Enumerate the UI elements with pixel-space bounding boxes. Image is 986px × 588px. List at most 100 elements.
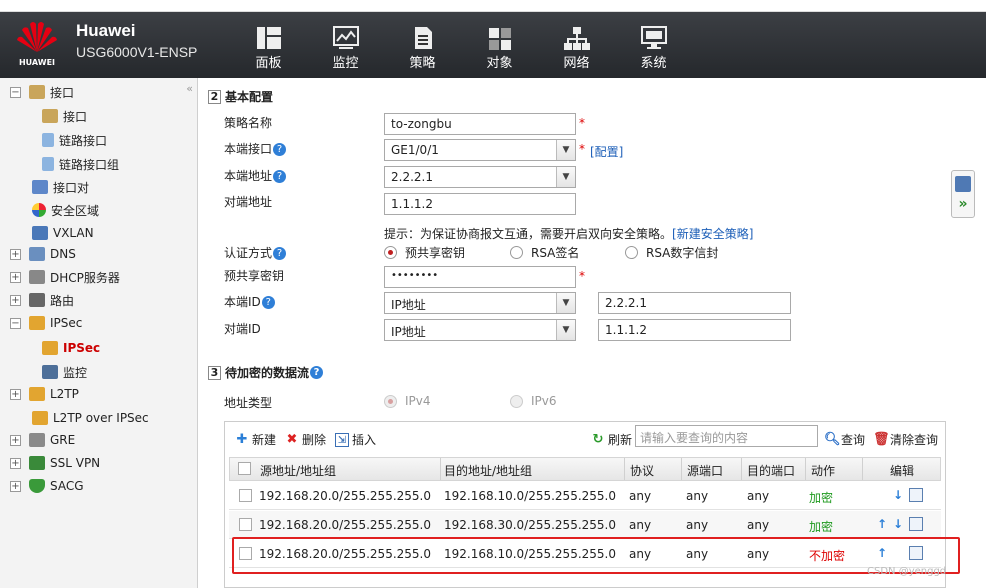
search-input[interactable]: 请输入要查询的内容 — [635, 425, 818, 447]
required-mark: * — [579, 269, 585, 283]
column-divider — [681, 458, 682, 480]
psk-label: 预共享密钥 — [224, 269, 285, 283]
expand-right-icon[interactable]: » — [952, 196, 974, 212]
sidebar-item-ipsec[interactable]: IPSec — [42, 337, 100, 359]
side-panel-toggle[interactable]: » — [951, 170, 975, 218]
sidebar-item-interface-pair[interactable]: 接口对 — [32, 176, 89, 198]
help-icon[interactable]: ? — [273, 143, 287, 156]
chevron-down-icon[interactable]: ▼ — [556, 293, 575, 313]
monitor-chart-icon — [332, 26, 359, 49]
ipv4-radio[interactable]: IPv4 — [384, 394, 431, 408]
policy-name-input[interactable]: to-zongbu — [384, 113, 576, 135]
sidebar-item-link-interface-group[interactable]: 链路接口组 — [42, 153, 119, 175]
new-security-policy-link[interactable]: [新建安全策略] — [672, 227, 753, 241]
sidebar-item-link-interface[interactable]: 链路接口 — [42, 129, 107, 151]
collapse-icon[interactable]: − — [10, 317, 21, 329]
local-address-select[interactable]: 2.2.2.1 ▼ — [384, 166, 576, 188]
row-checkbox[interactable] — [239, 518, 252, 531]
expand-icon[interactable]: + — [10, 434, 21, 446]
move-down-icon[interactable]: ↓ — [893, 488, 907, 502]
table-row[interactable]: 192.168.20.0/255.255.255.0 192.168.10.0/… — [229, 482, 941, 510]
move-down-icon[interactable]: ↓ — [893, 517, 907, 531]
help-icon[interactable]: ? — [261, 296, 275, 309]
nav-objects[interactable]: 对象 — [461, 12, 538, 78]
sidebar-item-l2tp[interactable]: + L2TP — [10, 383, 79, 405]
expand-icon[interactable]: + — [10, 271, 21, 283]
peer-id-type-select[interactable]: IP地址 ▼ — [384, 319, 576, 341]
sidebar-item-label: IPSec — [50, 316, 83, 330]
local-id-type-select[interactable]: IP地址 ▼ — [384, 292, 576, 314]
help-icon[interactable]: ? — [273, 170, 287, 183]
sidebar-item-gre[interactable]: + GRE — [10, 429, 75, 451]
huawei-logo: HUAWEI — [14, 18, 60, 70]
sidebar-item-label: GRE — [50, 433, 76, 447]
config-interface-link[interactable]: [配置] — [590, 143, 623, 160]
nav-network[interactable]: 网络 — [538, 12, 615, 78]
main-nav: 面板 监控 策略 对象 网络 系统 — [230, 12, 692, 78]
chevron-down-icon[interactable]: ▼ — [556, 320, 575, 340]
edit-icon[interactable] — [909, 488, 923, 502]
row-checkbox[interactable] — [239, 489, 252, 502]
nav-monitor[interactable]: 监控 — [307, 12, 384, 78]
move-up-icon[interactable]: ↑ — [877, 517, 891, 531]
psk-input[interactable]: •••••••• — [384, 266, 576, 288]
ssl-vpn-icon — [29, 456, 45, 470]
auth-rsa-envelope-radio[interactable]: RSA数字信封 — [625, 244, 718, 261]
insert-button[interactable]: ⇲ 插入 — [335, 431, 376, 448]
nav-dashboard[interactable]: 面板 — [230, 12, 307, 78]
sidebar-item-interface-sub[interactable]: 接口 — [42, 105, 87, 127]
peer-address-input[interactable]: 1.1.1.2 — [384, 193, 576, 215]
edit-icon[interactable] — [909, 517, 923, 531]
table-row[interactable]: 192.168.20.0/255.255.255.0 192.168.30.0/… — [229, 511, 941, 539]
chevron-down-icon[interactable]: ▼ — [556, 167, 575, 187]
auth-psk-radio[interactable]: 预共享密钥 — [384, 244, 465, 261]
column-header[interactable]: 目的端口 — [747, 462, 795, 479]
nav-policy[interactable]: 策略 — [384, 12, 461, 78]
expand-icon[interactable]: + — [10, 388, 21, 400]
query-button[interactable]: 🔍︎ 查询 — [824, 431, 865, 448]
column-header[interactable]: 目的地址/地址组 — [444, 462, 532, 479]
sidebar-item-interface[interactable]: − 接口 — [10, 81, 74, 103]
browser-top-strip — [0, 0, 986, 12]
column-header[interactable]: 协议 — [630, 462, 654, 479]
peer-id-input[interactable]: 1.1.1.2 — [598, 319, 791, 341]
new-button[interactable]: ✚ 新建 — [235, 431, 276, 448]
help-icon[interactable]: ? — [310, 366, 324, 379]
cell-action: 加密 — [809, 491, 834, 505]
select-all-checkbox[interactable] — [238, 462, 251, 475]
column-header[interactable]: 源地址/地址组 — [260, 462, 336, 479]
collapse-sidebar-icon[interactable]: « — [186, 82, 193, 95]
sidebar-item-vxlan[interactable]: VXLAN — [32, 222, 94, 244]
sidebar-item-dns[interactable]: + DNS — [10, 243, 76, 265]
device-model: USG6000V1-ENSP — [76, 44, 198, 60]
delete-button[interactable]: ✖ 删除 — [285, 431, 326, 448]
local-interface-select[interactable]: GE1/0/1 ▼ — [384, 139, 576, 161]
expand-icon[interactable]: + — [10, 248, 21, 260]
expand-icon[interactable]: + — [10, 457, 21, 469]
panel-icon — [955, 176, 971, 192]
sidebar-item-dhcp[interactable]: + DHCP服务器 — [10, 266, 120, 288]
collapse-icon[interactable]: − — [10, 86, 21, 98]
sidebar-item-ipsec-group[interactable]: − IPSec — [10, 312, 82, 334]
radio-icon — [625, 246, 638, 259]
sidebar-item-security-zone[interactable]: 安全区域 — [32, 199, 99, 221]
chevron-down-icon[interactable]: ▼ — [556, 140, 575, 160]
sidebar-item-sacg[interactable]: + SACG — [10, 475, 84, 497]
sidebar-item-l2tp-over-ipsec[interactable]: L2TP over IPSec — [32, 407, 149, 429]
sidebar-item-ssl-vpn[interactable]: + SSL VPN — [10, 452, 100, 474]
expand-icon[interactable]: + — [10, 294, 21, 306]
ipv6-radio[interactable]: IPv6 — [510, 394, 557, 408]
cell-dest-port: any — [747, 489, 770, 503]
clear-query-button[interactable]: 🗑︎ 清除查询 — [873, 431, 938, 448]
nav-system[interactable]: 系统 — [615, 12, 692, 78]
sidebar-item-ipsec-monitor[interactable]: 监控 — [42, 361, 87, 383]
help-icon[interactable]: ? — [273, 247, 287, 260]
sidebar-item-routing[interactable]: + 路由 — [10, 289, 74, 311]
local-id-input[interactable]: 2.2.2.1 — [598, 292, 791, 314]
cell-protocol: any — [629, 518, 652, 532]
column-header[interactable]: 源端口 — [687, 462, 723, 479]
auth-rsa-signature-radio[interactable]: RSA签名 — [510, 244, 579, 261]
column-header[interactable]: 动作 — [811, 462, 835, 479]
expand-icon[interactable]: + — [10, 480, 21, 492]
refresh-button[interactable]: ↻ 刷新 — [591, 431, 632, 448]
